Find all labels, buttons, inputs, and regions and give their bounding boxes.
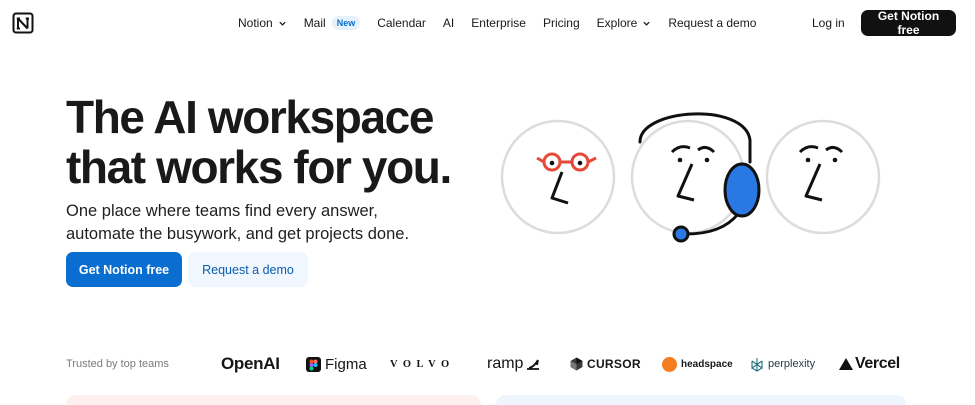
chevron-down-icon (279, 21, 286, 26)
brand-name: OpenAI (221, 354, 280, 373)
brand-name: CURSOR (587, 357, 641, 371)
vercel-logo: Vercel (839, 352, 900, 376)
ai-agents-illustration (500, 112, 881, 243)
nav-item-notion[interactable]: Notion (238, 16, 287, 30)
brand-name: Vercel (855, 355, 900, 372)
nav-item-pricing[interactable]: Pricing (543, 16, 580, 30)
ramp-icon (527, 359, 540, 370)
figma-logo: Figma (306, 352, 367, 376)
volvo-logo: VOLVO (390, 352, 455, 376)
nav-item-request-demo[interactable]: Request a demo (668, 16, 756, 30)
nav-item-label: Pricing (542, 16, 580, 30)
top-nav: Notion Mail New Calendar AI Enterprise P… (0, 0, 975, 46)
nav-item-label: Explore (596, 16, 638, 30)
notion-logo-icon[interactable] (12, 12, 34, 34)
trusted-label: Trusted by top teams (66, 358, 169, 370)
nav-item-label: Request a demo (668, 16, 757, 30)
face-illustration (765, 119, 881, 235)
face-with-headset-illustration (630, 112, 761, 243)
nav-item-label: AI (442, 16, 455, 30)
nav-item-calendar[interactable]: Calendar (377, 16, 426, 30)
nav-item-label: Mail (303, 16, 326, 30)
perplexity-icon (751, 357, 763, 372)
nav-item-explore[interactable]: Explore (597, 16, 652, 30)
login-link[interactable]: Log in (812, 16, 845, 30)
hero-title-line: that works for you. (66, 141, 452, 193)
nav-item-label: Calendar (377, 16, 426, 30)
nav-item-enterprise[interactable]: Enterprise (471, 16, 526, 30)
ramp-logo: ramp (487, 352, 540, 376)
new-badge: New (331, 16, 361, 30)
nav-links: Notion Mail New Calendar AI Enterprise P… (238, 0, 773, 46)
hero-subtitle-line: One place where teams find every answer, (66, 202, 378, 220)
headspace-logo: headspace (662, 352, 733, 376)
hero-subtitle: One place where teams find every answer,… (66, 200, 446, 246)
brand-name: headspace (681, 358, 733, 370)
get-notion-free-button[interactable]: Get Notion free (66, 252, 182, 287)
nav-item-label: Notion (238, 16, 273, 30)
brand-name: perplexity (768, 358, 816, 370)
brand-name: ramp (487, 355, 524, 372)
request-demo-button[interactable]: Request a demo (188, 252, 308, 287)
nav-item-ai[interactable]: AI (443, 16, 454, 30)
headspace-icon (662, 356, 677, 372)
vercel-triangle-icon (839, 358, 853, 370)
perplexity-logo: perplexity (750, 352, 815, 376)
feature-card-left (66, 395, 481, 405)
chevron-down-icon (643, 21, 650, 26)
cursor-icon (570, 357, 583, 371)
feature-card-right (496, 395, 906, 405)
nav-get-notion-free-button[interactable]: Get Notion free (861, 9, 956, 37)
face-with-glasses-illustration (500, 119, 616, 235)
nav-item-mail[interactable]: Mail New (304, 16, 361, 30)
openai-logo: OpenAI (221, 352, 280, 376)
hero-title: The AI workspace that works for you. (66, 92, 486, 192)
brand-name: Figma (325, 355, 367, 373)
figma-icon (306, 356, 321, 372)
cursor-logo: CURSOR (570, 352, 641, 376)
hero-subtitle-line: automate the busywork, and get projects … (66, 225, 410, 243)
brand-name: VOLVO (390, 358, 455, 370)
nav-item-label: Enterprise (471, 16, 526, 30)
hero-title-line: The AI workspace (66, 91, 434, 143)
